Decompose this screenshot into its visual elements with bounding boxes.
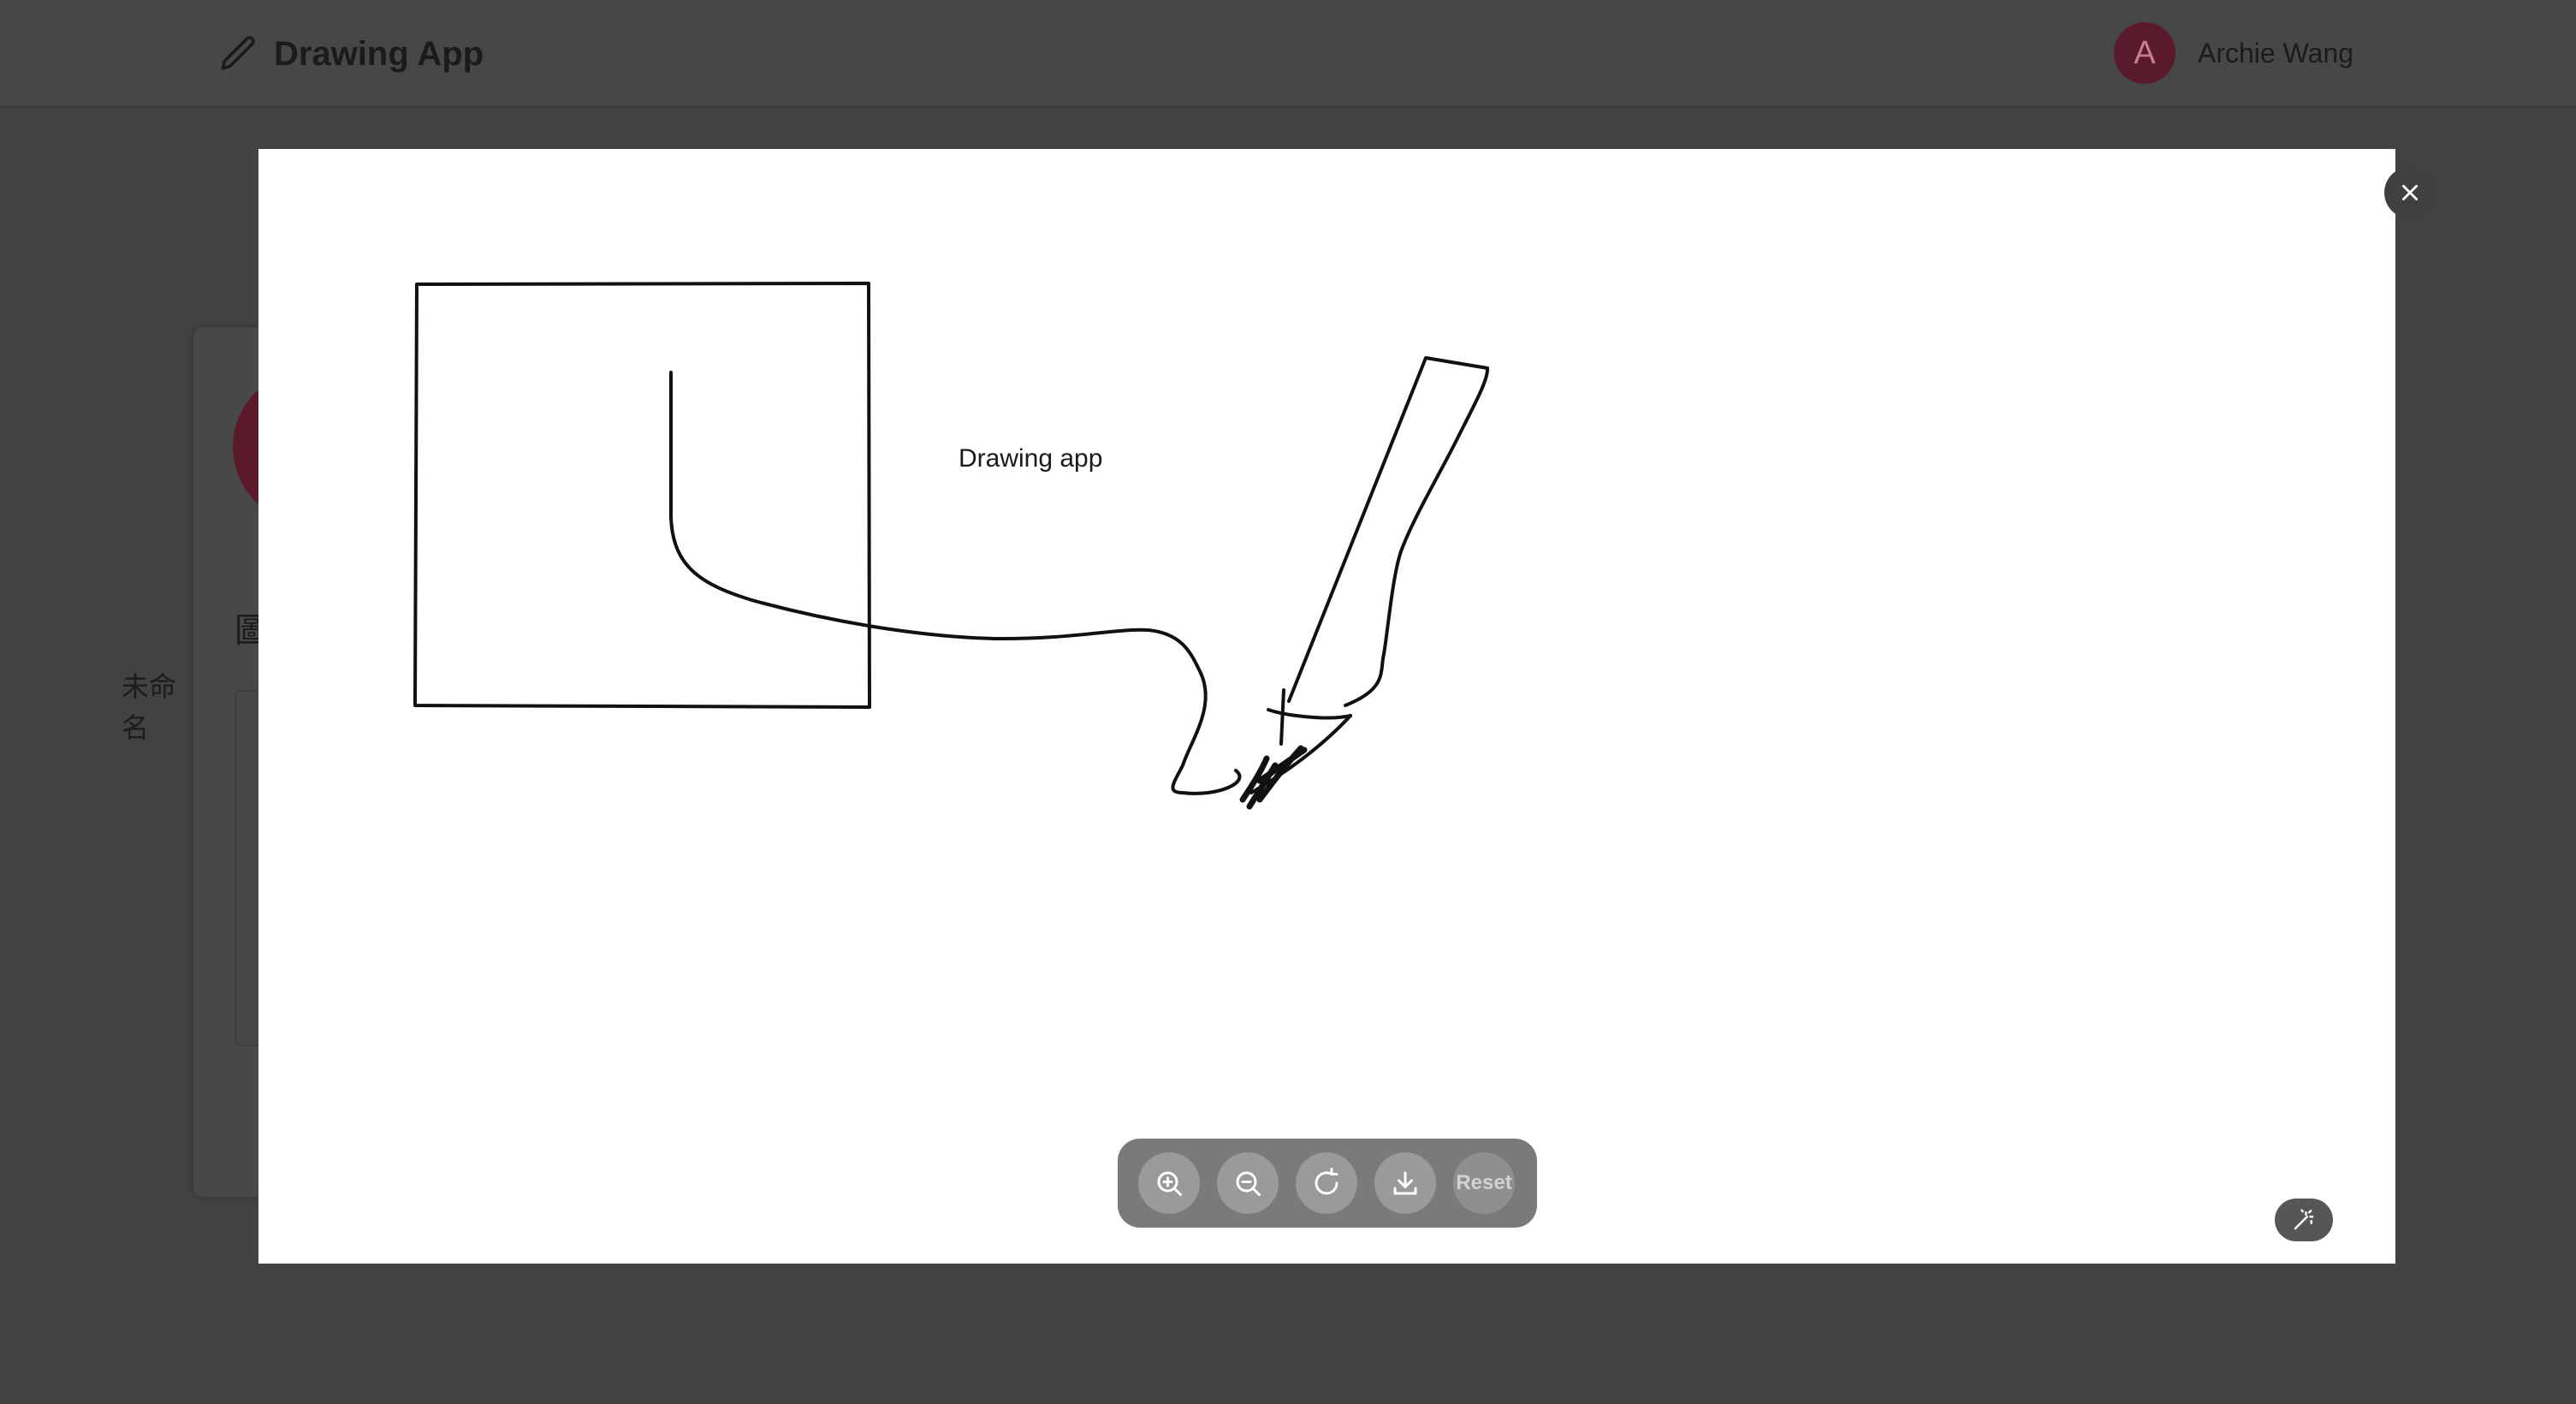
drawn-pen (1287, 356, 1490, 707)
zoom-in-button[interactable] (1138, 1152, 1200, 1214)
rotate-button[interactable] (1296, 1152, 1357, 1214)
close-button[interactable] (2384, 167, 2436, 218)
reset-button[interactable]: Reset (1453, 1152, 1515, 1214)
user-name: Archie Wang (2198, 37, 2353, 68)
zoom-out-button[interactable] (1217, 1152, 1279, 1214)
top-navbar: Drawing App A Archie Wang (0, 0, 2576, 108)
close-icon (2402, 185, 2418, 200)
download-button[interactable] (1374, 1152, 1436, 1214)
rotate-icon (1315, 1168, 1338, 1195)
avatar[interactable]: A (2114, 22, 2175, 84)
drawn-nib (1239, 745, 1308, 810)
drawing-canvas (413, 282, 1490, 810)
canvas-text: Drawing app (959, 444, 1103, 473)
magic-wand-button[interactable] (2275, 1199, 2333, 1241)
zoom-in-icon (1157, 1171, 1182, 1196)
zoom-out-icon (1236, 1171, 1261, 1196)
drawn-curve (669, 371, 1242, 795)
download-icon (1393, 1171, 1417, 1195)
drawing-item-label[interactable]: 未命名 (122, 666, 190, 748)
app-title: Drawing App (274, 34, 484, 73)
viewer-toolbar: Reset (1118, 1139, 1537, 1228)
image-preview-modal: Drawing app (258, 149, 2395, 1264)
pencil-icon (221, 36, 255, 70)
drawn-rectangle (413, 282, 871, 709)
magic-wand-icon (2294, 1209, 2314, 1230)
user-menu[interactable]: A Archie Wang (2114, 21, 2353, 85)
brand[interactable]: Drawing App (217, 24, 484, 84)
